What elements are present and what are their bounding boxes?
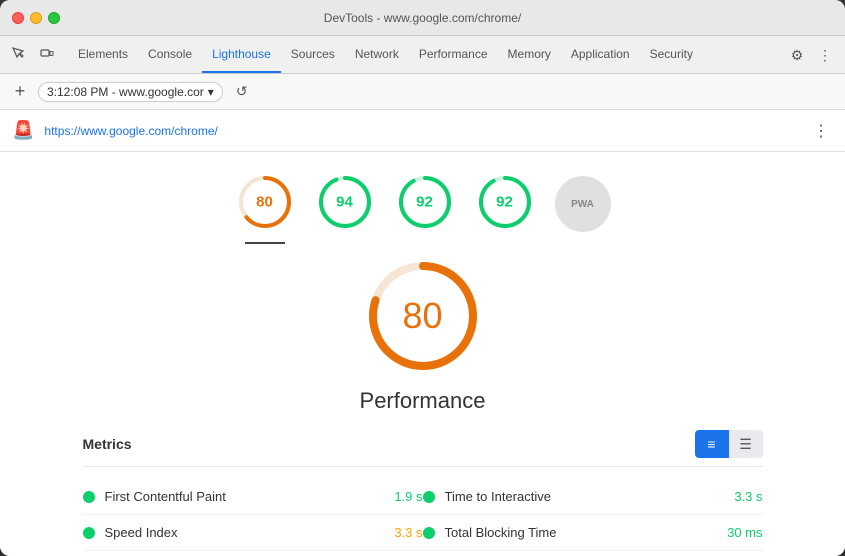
performance-title: Performance [360,388,486,414]
add-tab-button[interactable]: + [10,82,30,102]
lighthouse-icon: 🚨 [12,120,34,141]
metric-name-tti: Time to Interactive [445,489,725,504]
metric-value-si: 3.3 s [394,525,422,540]
traffic-lights [12,12,60,24]
tab-console[interactable]: Console [138,36,202,73]
metric-name-tbt: Total Blocking Time [445,525,718,540]
score-value-performance: 80 [256,194,273,211]
big-score-value: 80 [402,295,442,337]
devtools-tab-bar: Elements Console Lighthouse Sources Netw… [0,36,845,74]
metric-name-si: Speed Index [105,525,385,540]
tab-lighthouse[interactable]: Lighthouse [202,36,281,73]
url-input-wrap[interactable]: 3:12:08 PM - www.google.cor ▾ [38,82,223,102]
score-circle-wrap-seo: 92 [475,172,535,232]
metric-row-si: Speed Index 3.3 s [83,515,423,551]
metric-indicator-tbt [423,527,435,539]
tab-network[interactable]: Network [345,36,409,73]
browser-window: DevTools - www.google.com/chrome/ Elemen… [0,0,845,556]
metrics-section: Metrics ≡ ☰ First Contentful Paint 1.9 s [43,430,803,556]
settings-button[interactable]: ⚙ [785,43,809,67]
tab-list: Elements Console Lighthouse Sources Netw… [68,36,785,73]
minimize-button[interactable] [30,12,42,24]
main-content: 80 94 [0,152,845,556]
metric-indicator-fcp [83,491,95,503]
score-value-accessibility: 94 [336,194,353,211]
metric-value-tbt: 30 ms [727,525,762,540]
more-button[interactable]: ⋮ [813,43,837,67]
device-toggle-button[interactable] [36,43,58,65]
metric-row-cls: Cumulative Layout Shift 0 [423,551,763,556]
tab-performance[interactable]: Performance [409,36,498,73]
tab-application[interactable]: Application [561,36,640,73]
metric-row-tbt: Total Blocking Time 30 ms [423,515,763,551]
score-value-best-practices: 92 [416,194,433,211]
metric-name-fcp: First Contentful Paint [105,489,385,504]
metric-value-fcp: 1.9 s [394,489,422,504]
score-item-pwa[interactable]: PWA [555,176,611,232]
metrics-list-view-button[interactable]: ☰ [729,430,763,458]
lighthouse-more-button[interactable]: ⋮ [809,117,833,145]
tab-sources[interactable]: Sources [281,36,345,73]
tab-actions: ⚙ ⋮ [785,43,837,73]
score-circle-wrap-accessibility: 94 [315,172,375,232]
pwa-circle: PWA [555,176,611,232]
score-item-performance[interactable]: 80 [235,172,295,232]
metric-indicator-tti [423,491,435,503]
window-title: DevTools - www.google.com/chrome/ [324,11,521,25]
score-item-seo[interactable]: 92 [475,172,535,232]
score-circle-wrap-performance: 80 [235,172,295,232]
tab-elements[interactable]: Elements [68,36,138,73]
maximize-button[interactable] [48,12,60,24]
metric-row-fcp: First Contentful Paint 1.9 s [83,479,423,515]
score-item-best-practices[interactable]: 92 [395,172,455,232]
scores-row: 80 94 [235,152,611,232]
metric-value-tti: 3.3 s [734,489,762,504]
tab-memory[interactable]: Memory [498,36,561,73]
metric-row-tti: Time to Interactive 3.3 s [423,479,763,515]
chevron-down-icon: ▾ [208,85,214,99]
close-button[interactable] [12,12,24,24]
metrics-grid: First Contentful Paint 1.9 s Time to Int… [83,479,763,556]
score-item-accessibility[interactable]: 94 [315,172,375,232]
performance-score-section: 80 Performance Metrics ≡ ☰ First Content… [0,232,845,556]
lighthouse-panel-header: 🚨 https://www.google.com/chrome/ ⋮ [0,110,845,152]
inspect-button[interactable] [8,43,30,65]
metrics-header: Metrics ≡ ☰ [83,430,763,467]
metrics-view-buttons: ≡ ☰ [695,430,763,458]
reload-button[interactable]: ↺ [231,81,253,103]
url-bar: + 3:12:08 PM - www.google.cor ▾ ↺ [0,74,845,110]
score-value-seo: 92 [496,194,513,211]
metrics-grid-view-button[interactable]: ≡ [695,430,729,458]
tab-security[interactable]: Security [640,36,703,73]
url-value: 3:12:08 PM - www.google.cor [47,85,204,99]
metrics-title: Metrics [83,436,132,452]
lighthouse-url: https://www.google.com/chrome/ [44,124,799,138]
metric-indicator-si [83,527,95,539]
score-circle-wrap-best-practices: 92 [395,172,455,232]
pwa-label: PWA [571,199,594,210]
title-bar: DevTools - www.google.com/chrome/ [0,0,845,36]
metric-row-lcp: Largest Contentful Paint 4.8 s [83,551,423,556]
tab-controls [8,43,58,73]
big-score-wrap: 80 [363,256,483,376]
